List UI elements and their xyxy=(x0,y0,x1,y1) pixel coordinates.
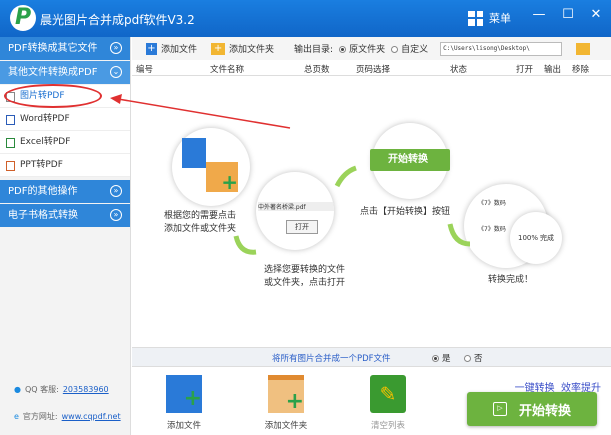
mock-percent: 100% xyxy=(517,234,538,242)
add-folder-large-icon: + xyxy=(268,375,304,414)
radio-dot xyxy=(432,355,439,362)
mock-done: 完成 xyxy=(540,234,554,242)
bottom-add-file-button[interactable]: + 添加文件 xyxy=(154,375,214,431)
start-convert-button[interactable]: ▷ 开始转换 xyxy=(467,392,597,426)
radio-label: 否 xyxy=(474,354,483,364)
mock-done-circle: 100% 完成 xyxy=(510,212,562,264)
play-icon: ▷ xyxy=(492,402,507,416)
button-label: 添加文件 xyxy=(166,421,201,431)
start-label: 开始转换 xyxy=(518,403,571,419)
bottom-clear-list-button[interactable]: ✎ 清空列表 xyxy=(358,375,418,431)
bottom-add-folder-button[interactable]: + 添加文件夹 xyxy=(256,375,316,431)
radio-dot xyxy=(464,355,471,362)
merge-label: 将所有图片合并成一个PDF文件 xyxy=(272,354,391,364)
merge-yes-radio[interactable]: 是 xyxy=(432,352,451,364)
button-label: 清空列表 xyxy=(370,421,405,431)
flow-arrows xyxy=(233,165,471,255)
button-label: 添加文件夹 xyxy=(264,421,308,431)
guide-illustration: + 根据您的需要点击 添加文件或文件夹 中外著名桥梁.pdf 打开 选择您要转换… xyxy=(132,76,611,346)
radio-label: 是 xyxy=(442,354,451,364)
merge-no-radio[interactable]: 否 xyxy=(464,352,483,364)
add-file-large-icon: + xyxy=(166,375,202,413)
merge-option-bar: 将所有图片合并成一个PDF文件 是 否 xyxy=(132,347,611,367)
broom-icon: ✎ xyxy=(370,375,406,413)
